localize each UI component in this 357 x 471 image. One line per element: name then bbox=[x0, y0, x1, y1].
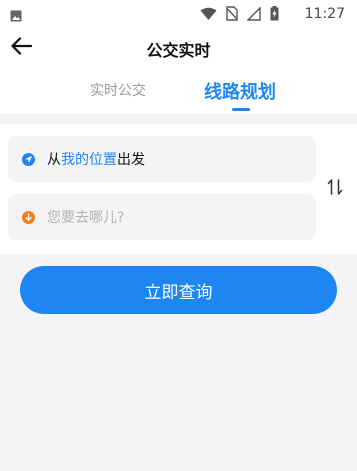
tab-realtime-bus[interactable]: 实时公交 bbox=[90, 80, 146, 100]
origin-my-location: 我的位置 bbox=[61, 152, 117, 168]
status-bar: 11:27 bbox=[0, 0, 357, 28]
swap-vertical-icon bbox=[327, 177, 343, 201]
app-header: 公交实时 bbox=[0, 28, 357, 68]
destination-placeholder: 您要去哪儿? bbox=[47, 210, 125, 226]
wifi-icon bbox=[200, 6, 217, 25]
signal-icon bbox=[246, 6, 261, 25]
origin-field[interactable]: 从我的位置出发 bbox=[8, 136, 316, 182]
tab-route-planning[interactable]: 线路规划 bbox=[204, 78, 276, 104]
gallery-icon bbox=[10, 7, 22, 22]
destination-arrow-icon bbox=[22, 210, 35, 224]
no-sim-icon bbox=[225, 6, 239, 25]
query-button[interactable]: 立即查询 bbox=[20, 266, 337, 314]
page-title: 公交实时 bbox=[146, 41, 211, 60]
battery-charging-icon bbox=[270, 6, 279, 25]
origin-prefix: 从 bbox=[47, 152, 61, 168]
destination-field[interactable]: 您要去哪儿? bbox=[8, 194, 316, 240]
location-arrow-icon bbox=[22, 152, 35, 166]
origin-text: 从我的位置出发 bbox=[47, 149, 145, 169]
origin-suffix: 出发 bbox=[117, 152, 145, 168]
active-tab-indicator bbox=[232, 108, 250, 111]
tab-bar: 实时公交 线路规划 bbox=[0, 68, 357, 114]
status-time: 11:27 bbox=[304, 6, 345, 22]
swap-button[interactable] bbox=[323, 178, 347, 200]
